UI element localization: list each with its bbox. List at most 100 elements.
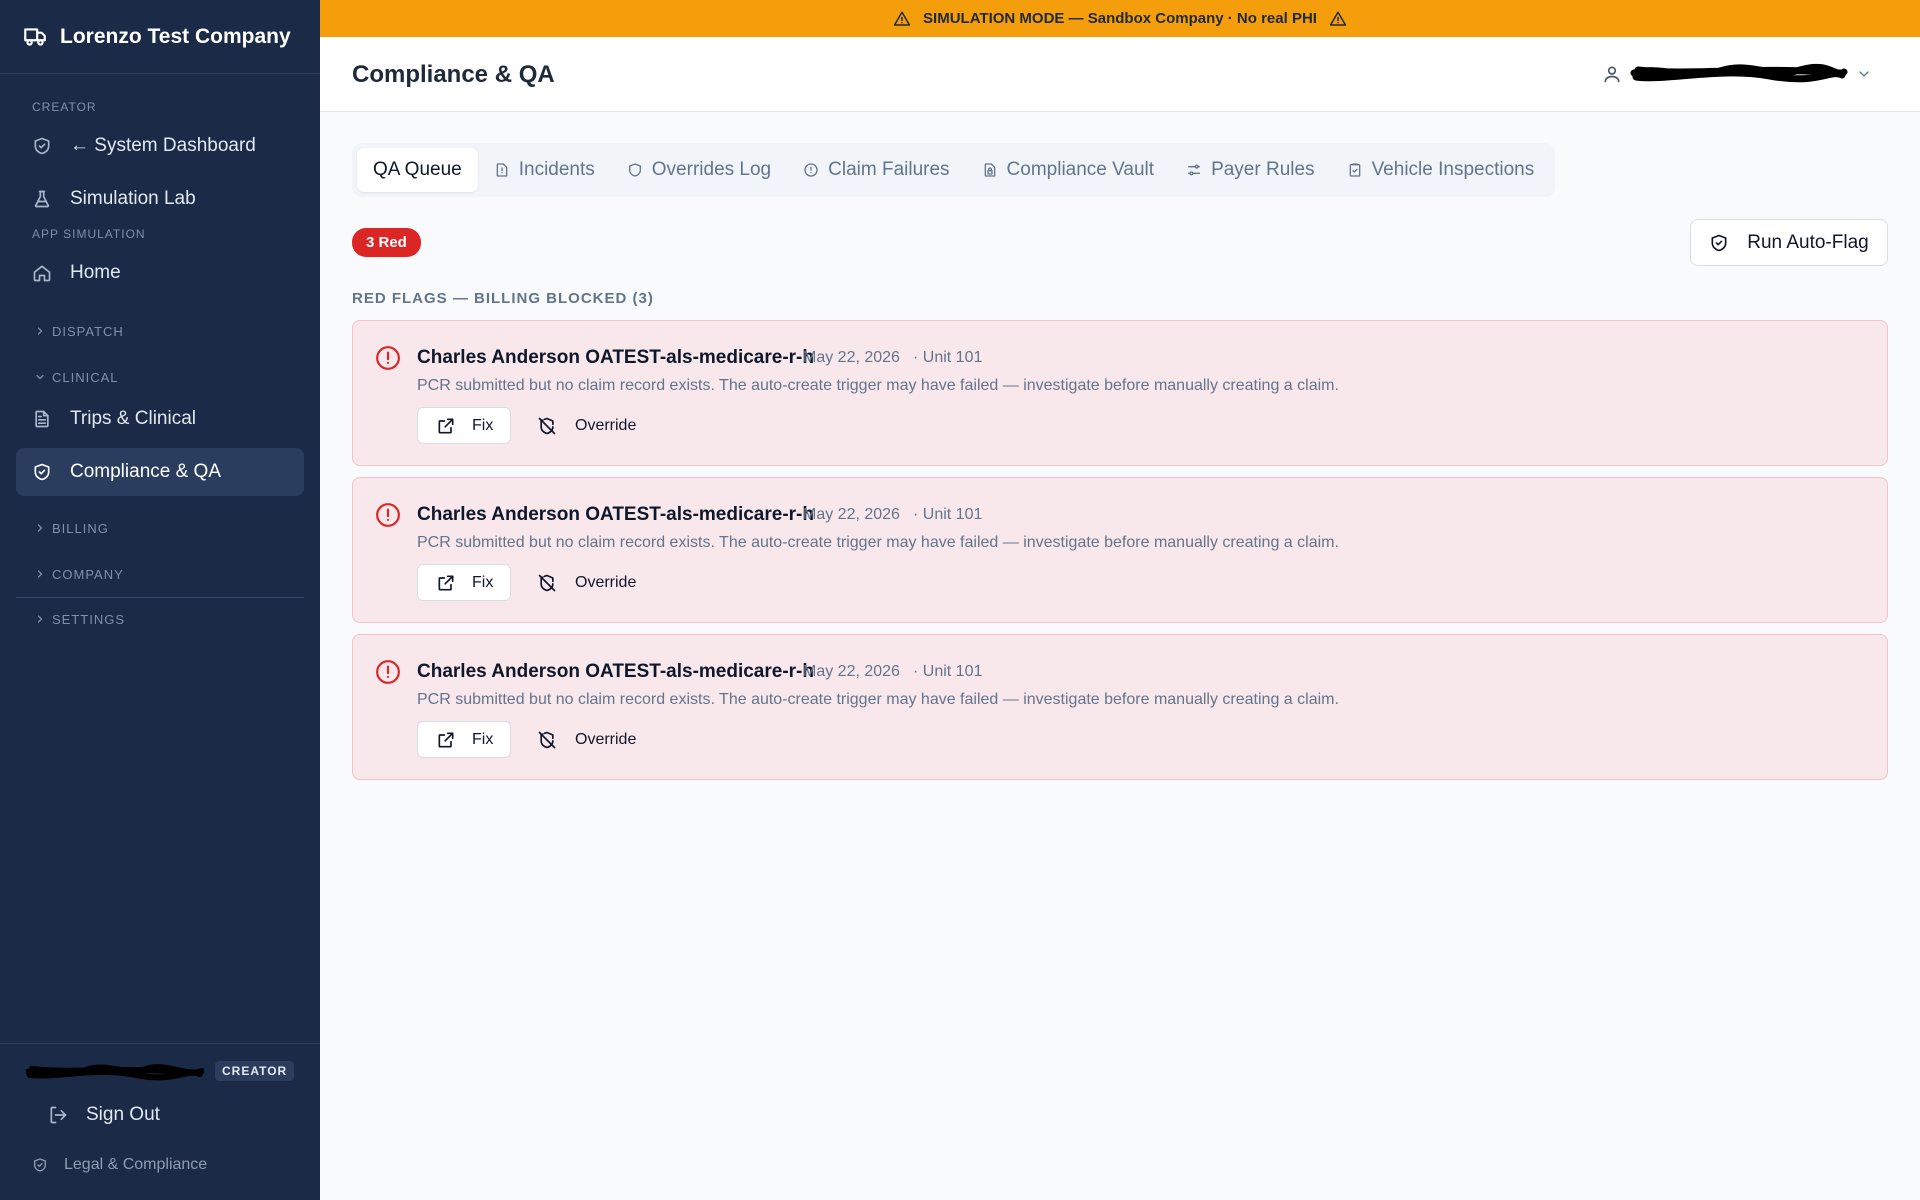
alert-circle-icon [376, 503, 400, 527]
section-label-app-simulation: APP SIMULATION [32, 227, 146, 241]
sign-out-button[interactable]: Sign Out [32, 1091, 320, 1139]
external-link-icon [438, 732, 454, 747]
tab-label: Compliance Vault [1006, 159, 1155, 180]
flag-description: PCR submitted but no claim record exists… [417, 691, 1339, 708]
brand[interactable]: Lorenzo Test Company [0, 0, 320, 74]
sidebar-item-label: ← System Dashboard [70, 135, 256, 156]
legal-compliance-link[interactable]: Legal & Compliance [32, 1156, 207, 1174]
tab-qa-queue[interactable]: QA Queue [357, 148, 478, 192]
sidebar-group-company[interactable]: COMPANY [0, 562, 320, 586]
log-out-icon [50, 1106, 67, 1124]
sliders-icon [1188, 164, 1201, 176]
clipboard-check-icon [1349, 163, 1360, 177]
flag-title: Charles Anderson OATEST-als-medicare-r-h [417, 504, 814, 525]
flag-date: May 22, 2026 [803, 506, 900, 523]
sign-out-label: Sign Out [86, 1104, 160, 1125]
sidebar-item-trips-clinical[interactable]: Trips & Clinical [16, 395, 304, 443]
override-button[interactable]: Override [537, 564, 636, 601]
sidebar-item-label: Trips & Clinical [70, 408, 196, 429]
tab-label: Vehicle Inspections [1371, 159, 1535, 180]
flag-title: Charles Anderson OATEST-als-medicare-r-h [417, 661, 814, 682]
red-flags-heading: RED FLAGS — BILLING BLOCKED (3) [352, 290, 654, 307]
fix-label: Fix [472, 416, 494, 434]
flag-description: PCR submitted but no claim record exists… [417, 377, 1339, 394]
sidebar-item-label: Compliance & QA [70, 461, 222, 482]
flag-card: Charles Anderson OATEST-als-medicare-r-h… [352, 634, 1888, 780]
tab-claim-failures[interactable]: Claim Failures [787, 148, 965, 192]
sidebar-item-home[interactable]: Home [16, 249, 304, 297]
sidebar-group-billing[interactable]: BILLING [0, 516, 320, 540]
user-icon [1604, 66, 1620, 83]
sidebar-group-label: COMPANY [52, 566, 124, 582]
sidebar-group-settings[interactable]: SETTINGS [0, 607, 320, 631]
flag-title: Charles Anderson OATEST-als-medicare-r-h [417, 347, 814, 368]
sidebar-footer: CREATOR Sign Out Legal & Compliance [0, 1043, 320, 1200]
override-button[interactable]: Override [537, 407, 636, 444]
shield-off-icon [538, 417, 556, 434]
tab-label: Payer Rules [1211, 159, 1315, 180]
compliance-tabs: QA Queue Incidents Overrides Log Claim F… [352, 143, 1556, 197]
sidebar-item-compliance-qa[interactable]: Compliance & QA [16, 448, 304, 496]
fix-button[interactable]: Fix [417, 721, 511, 758]
legal-compliance-label: Legal & Compliance [64, 1156, 208, 1173]
sidebar-group-clinical[interactable]: CLINICAL [0, 365, 320, 389]
user-menu[interactable] [1602, 61, 1872, 87]
sidebar-group-label: DISPATCH [52, 323, 124, 339]
flag-card: Charles Anderson OATEST-als-medicare-r-h… [352, 477, 1888, 623]
fix-button[interactable]: Fix [417, 564, 511, 601]
chevron-down-icon [36, 374, 44, 380]
warning-icon [1329, 11, 1347, 26]
flag-date: May 22, 2026 [803, 663, 900, 680]
tab-label: Incidents [518, 159, 595, 180]
external-link-icon [438, 575, 454, 590]
sidebar-group-label: BILLING [52, 520, 109, 536]
sidebar-item-label: Home [70, 262, 121, 283]
tab-incidents[interactable]: Incidents [478, 148, 611, 192]
red-count-badge: 3 Red [352, 228, 421, 257]
alert-circle-icon [376, 346, 400, 370]
page-title: Compliance & QA [352, 61, 555, 88]
sidebar-item-system-dashboard[interactable]: ← System Dashboard [16, 122, 304, 170]
simulation-banner-text: SIMULATION MODE — Sandbox Company · No r… [923, 10, 1317, 27]
fix-label: Fix [472, 573, 494, 591]
flag-unit: · Unit 101 [913, 349, 983, 366]
tab-payer-rules[interactable]: Payer Rules [1170, 148, 1331, 192]
tab-label: Claim Failures [828, 159, 950, 180]
tab-compliance-vault[interactable]: Compliance Vault [966, 148, 1171, 192]
chevron-down-icon [1859, 71, 1869, 77]
file-lock-icon [984, 163, 995, 177]
chevron-right-icon [37, 570, 43, 578]
redacted-username [26, 1064, 204, 1081]
override-button[interactable]: Override [537, 721, 636, 758]
run-auto-flag-button[interactable]: Run Auto-Flag [1690, 219, 1888, 266]
fix-label: Fix [472, 730, 494, 748]
sidebar-item-simulation-lab[interactable]: Simulation Lab [16, 175, 304, 223]
shield-check-icon [34, 463, 50, 481]
tab-vehicle-inspections[interactable]: Vehicle Inspections [1331, 148, 1551, 192]
sidebar-group-label: CLINICAL [52, 369, 119, 385]
alert-circle-icon [804, 163, 818, 177]
override-label: Override [575, 573, 637, 591]
tab-label: Overrides Log [651, 159, 772, 180]
simulation-banner: SIMULATION MODE — Sandbox Company · No r… [320, 0, 1920, 37]
warning-icon [893, 11, 911, 26]
sidebar: Lorenzo Test Company CREATOR ← System Da… [0, 0, 320, 1200]
role-badge: CREATOR [215, 1061, 295, 1081]
override-label: Override [575, 730, 637, 748]
section-label-creator: CREATOR [32, 100, 97, 114]
shield-icon [628, 163, 641, 177]
redacted-username [1630, 63, 1848, 83]
brand-name: Lorenzo Test Company [60, 24, 291, 48]
truck-icon [24, 27, 46, 46]
shield-check-icon [34, 137, 50, 155]
fix-button[interactable]: Fix [417, 407, 511, 444]
shield-off-icon [538, 731, 556, 748]
flag-date: May 22, 2026 [803, 349, 900, 366]
shield-check-icon [34, 1158, 46, 1172]
tab-label: QA Queue [373, 159, 462, 180]
file-alert-icon [496, 163, 508, 177]
flag-unit: · Unit 101 [913, 663, 983, 680]
sidebar-item-label: Simulation Lab [70, 188, 196, 209]
sidebar-group-dispatch[interactable]: DISPATCH [0, 319, 320, 343]
tab-overrides-log[interactable]: Overrides Log [611, 148, 787, 192]
